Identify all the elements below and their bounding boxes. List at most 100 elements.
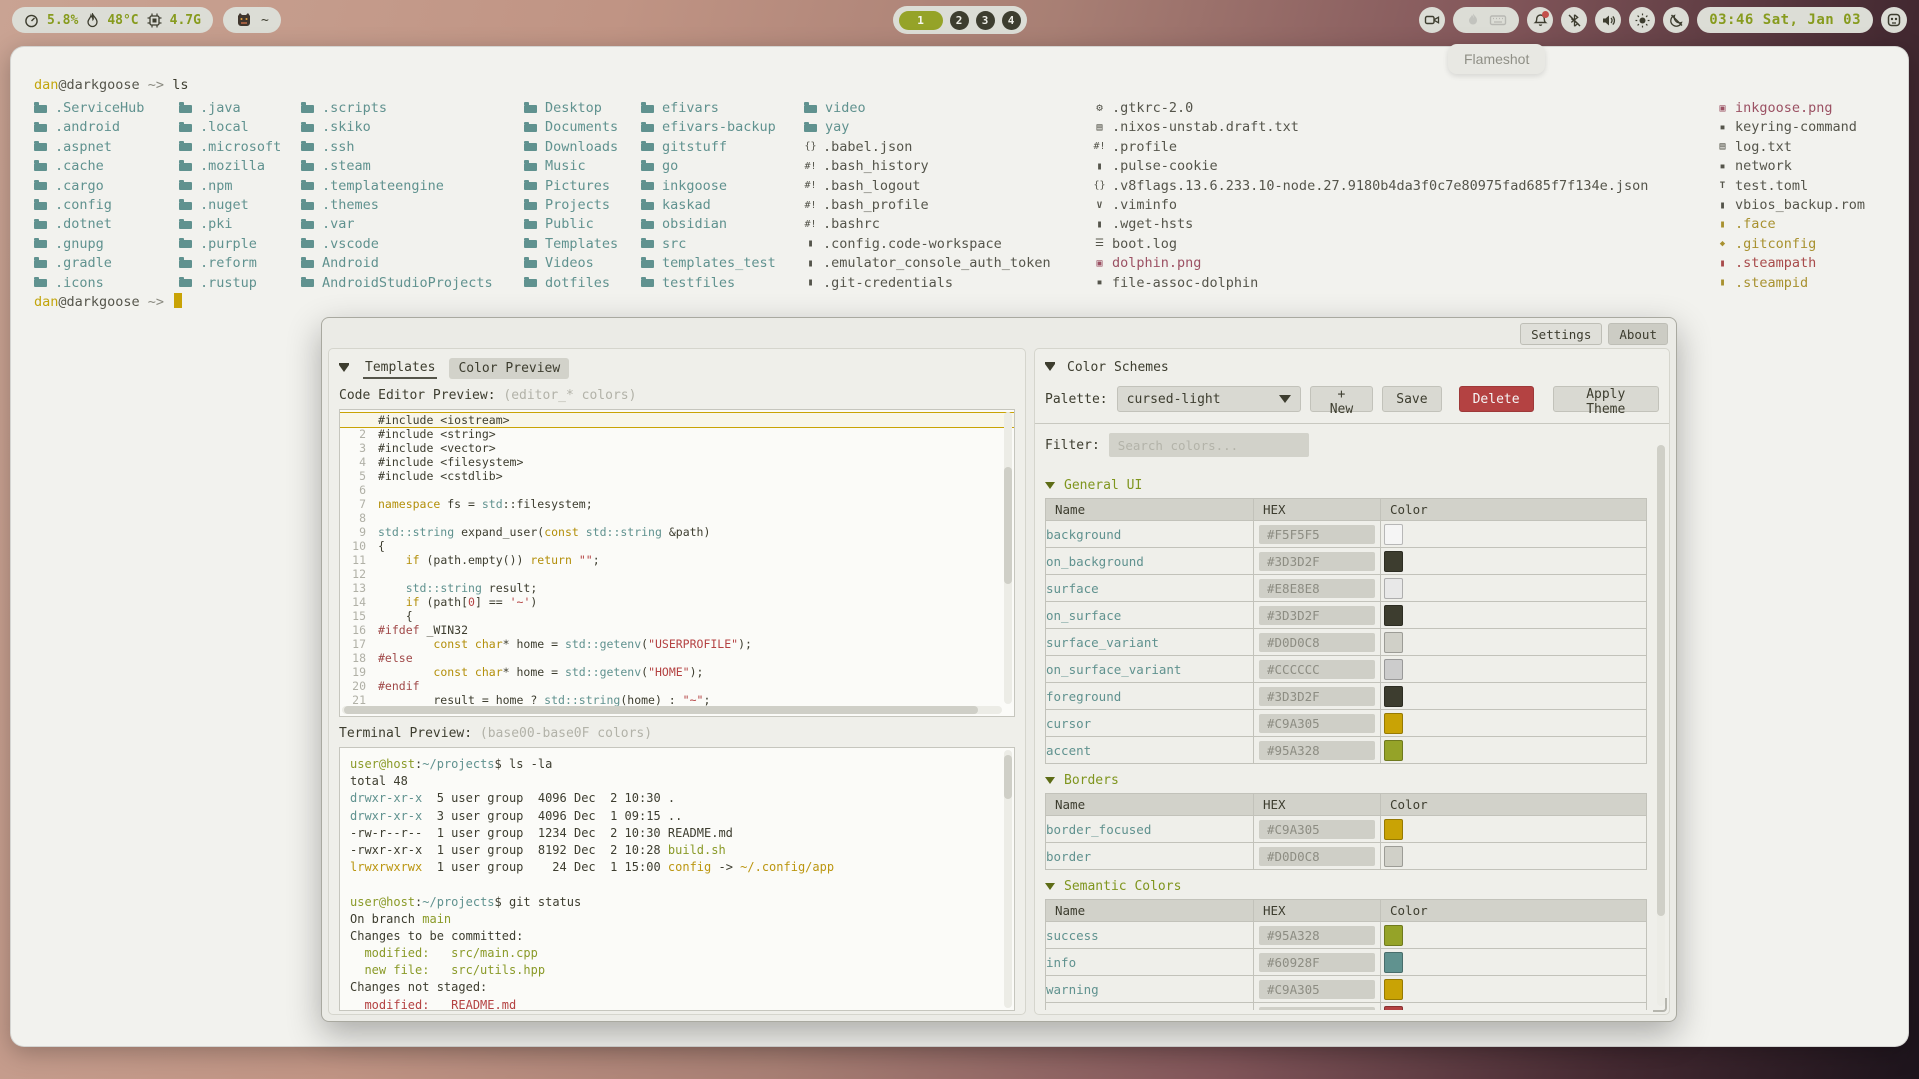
bin-file-icon xyxy=(1716,162,1729,172)
editor-line: 19 const char* home = std::getenv("HOME"… xyxy=(340,665,1014,679)
section-header-general-ui[interactable]: General UI xyxy=(1045,475,1647,495)
color-swatch[interactable] xyxy=(1384,925,1403,946)
hex-value-field[interactable]: #D0D0C8 xyxy=(1259,633,1375,652)
color-swatch[interactable] xyxy=(1384,578,1403,599)
hex-value-field[interactable]: #B44242 xyxy=(1259,1007,1375,1011)
color-swatch[interactable] xyxy=(1384,740,1403,761)
color-swatch[interactable] xyxy=(1384,846,1403,867)
volume-button[interactable] xyxy=(1595,7,1621,33)
night-light-button[interactable] xyxy=(1663,7,1689,33)
terminal-preview-vscrollbar[interactable] xyxy=(1004,750,1012,1008)
scrollbar-thumb[interactable] xyxy=(1004,755,1012,799)
color-swatch[interactable] xyxy=(1384,524,1403,545)
code-editor-hscrollbar[interactable] xyxy=(342,706,1002,714)
tab-templates[interactable]: Templates xyxy=(363,358,437,379)
table-row: error #B44242 xyxy=(1046,1003,1647,1011)
workspace-2[interactable]: 2 xyxy=(950,11,969,30)
hex-value-field[interactable]: #60928F xyxy=(1259,953,1375,972)
settings-button[interactable]: Settings xyxy=(1520,323,1602,345)
inactive-tools-pill[interactable] xyxy=(1453,7,1519,33)
apply-theme-button[interactable]: Apply Theme xyxy=(1553,386,1659,412)
collapse-icon[interactable] xyxy=(1045,364,1055,371)
new-palette-button[interactable]: + New xyxy=(1310,386,1374,412)
clock-pill[interactable]: 03:46 Sat, Jan 03 xyxy=(1697,7,1873,33)
color-list-vscrollbar[interactable] xyxy=(1657,445,1665,1006)
hex-value-field[interactable]: #C9A305 xyxy=(1259,820,1375,839)
hex-value-field[interactable]: #F5F5F5 xyxy=(1259,525,1375,544)
brightness-button[interactable] xyxy=(1629,7,1655,33)
hex-value-field[interactable]: #E8E8E8 xyxy=(1259,579,1375,598)
about-button[interactable]: About xyxy=(1608,323,1668,345)
code-token: #else xyxy=(378,651,413,665)
section-header-borders[interactable]: Borders xyxy=(1045,770,1647,790)
color-name-cell[interactable]: error xyxy=(1046,1003,1254,1011)
hex-value-field[interactable]: #95A328 xyxy=(1259,741,1375,760)
color-swatch[interactable] xyxy=(1384,1006,1403,1011)
section-header-semantic-colors[interactable]: Semantic Colors xyxy=(1045,876,1647,896)
color-name-cell[interactable]: warning xyxy=(1046,976,1254,1003)
workspace-3[interactable]: 3 xyxy=(976,11,995,30)
tab-color-preview[interactable]: Color Preview xyxy=(449,358,569,379)
save-button[interactable]: Save xyxy=(1382,386,1441,412)
color-name-cell[interactable]: cursor xyxy=(1046,710,1254,737)
color-name-cell[interactable]: surface_variant xyxy=(1046,629,1254,656)
file-name: .scripts xyxy=(322,99,387,118)
color-swatch[interactable] xyxy=(1384,713,1403,734)
color-swatch[interactable] xyxy=(1384,979,1403,1000)
color-swatch[interactable] xyxy=(1384,819,1403,840)
hex-value-field[interactable]: #C9A305 xyxy=(1259,714,1375,733)
color-name-cell[interactable]: border_focused xyxy=(1046,816,1254,843)
resize-handle[interactable] xyxy=(1653,998,1667,1012)
hex-value-field[interactable]: #3D3D2F xyxy=(1259,552,1375,571)
color-name-cell[interactable]: on_background xyxy=(1046,548,1254,575)
color-name-cell[interactable]: info xyxy=(1046,949,1254,976)
color-swatch[interactable] xyxy=(1384,605,1403,626)
hex-value-field[interactable]: #3D3D2F xyxy=(1259,606,1375,625)
color-swatch[interactable] xyxy=(1384,686,1403,707)
power-menu-button[interactable] xyxy=(1881,7,1907,33)
color-name-cell[interactable]: background xyxy=(1046,521,1254,548)
hex-value-field[interactable]: #CCCCCC xyxy=(1259,660,1375,679)
color-name-cell[interactable]: surface xyxy=(1046,575,1254,602)
code-token xyxy=(378,595,406,609)
color-name-cell[interactable]: accent xyxy=(1046,737,1254,764)
color-name-cell[interactable]: on_surface xyxy=(1046,602,1254,629)
collapse-icon[interactable] xyxy=(339,365,349,372)
scrollbar-thumb[interactable] xyxy=(1657,445,1665,916)
terminal-taskbar-pill[interactable]: ~ xyxy=(223,7,281,33)
table-row: cursor #C9A305 xyxy=(1046,710,1647,737)
color-name-cell[interactable]: on_surface_variant xyxy=(1046,656,1254,683)
filter-input[interactable] xyxy=(1109,433,1309,457)
hex-value-field[interactable]: #D0D0C8 xyxy=(1259,847,1375,866)
workspace-4[interactable]: 4 xyxy=(1002,11,1021,30)
file-entry: kaskad xyxy=(641,196,776,215)
notifications-button[interactable] xyxy=(1527,7,1553,33)
color-name-cell[interactable]: foreground xyxy=(1046,683,1254,710)
hex-value-field[interactable]: #3D3D2F xyxy=(1259,687,1375,706)
palette-select[interactable]: cursed-light xyxy=(1117,386,1301,412)
prompt-line-current[interactable]: dan@darkgoose ~> xyxy=(34,293,182,310)
color-name-cell[interactable]: border xyxy=(1046,843,1254,870)
bluetooth-button[interactable] xyxy=(1561,7,1587,33)
file-name: kaskad xyxy=(662,196,711,215)
terminal-line: user@host:~/projects$ ls -la xyxy=(350,756,1014,773)
color-swatch[interactable] xyxy=(1384,659,1403,680)
color-swatch[interactable] xyxy=(1384,551,1403,572)
flameshot-tooltip: Flameshot xyxy=(1448,44,1545,74)
screen-record-button[interactable] xyxy=(1419,7,1445,33)
code-editor-vscrollbar[interactable] xyxy=(1004,412,1012,704)
color-swatch[interactable] xyxy=(1384,632,1403,653)
color-name-cell[interactable]: success xyxy=(1046,922,1254,949)
terminal-line: -rw-r--r-- 1 user group 1234 Dec 2 10:30… xyxy=(350,825,1014,842)
memory-chip-icon xyxy=(147,13,162,28)
hex-value-field[interactable]: #95A328 xyxy=(1259,926,1375,945)
hex-value-field[interactable]: #C9A305 xyxy=(1259,980,1375,999)
scrollbar-thumb[interactable] xyxy=(1004,467,1012,584)
scrollbar-thumb[interactable] xyxy=(344,706,978,714)
delete-button[interactable]: Delete xyxy=(1459,386,1534,412)
workspace-1[interactable]: 1 xyxy=(899,11,943,30)
line-number: 2 xyxy=(340,427,366,441)
file-name: efivars xyxy=(662,99,719,118)
color-swatch[interactable] xyxy=(1384,952,1403,973)
system-stats-pill[interactable]: 5.8% 48°C 4.7G xyxy=(12,7,213,33)
